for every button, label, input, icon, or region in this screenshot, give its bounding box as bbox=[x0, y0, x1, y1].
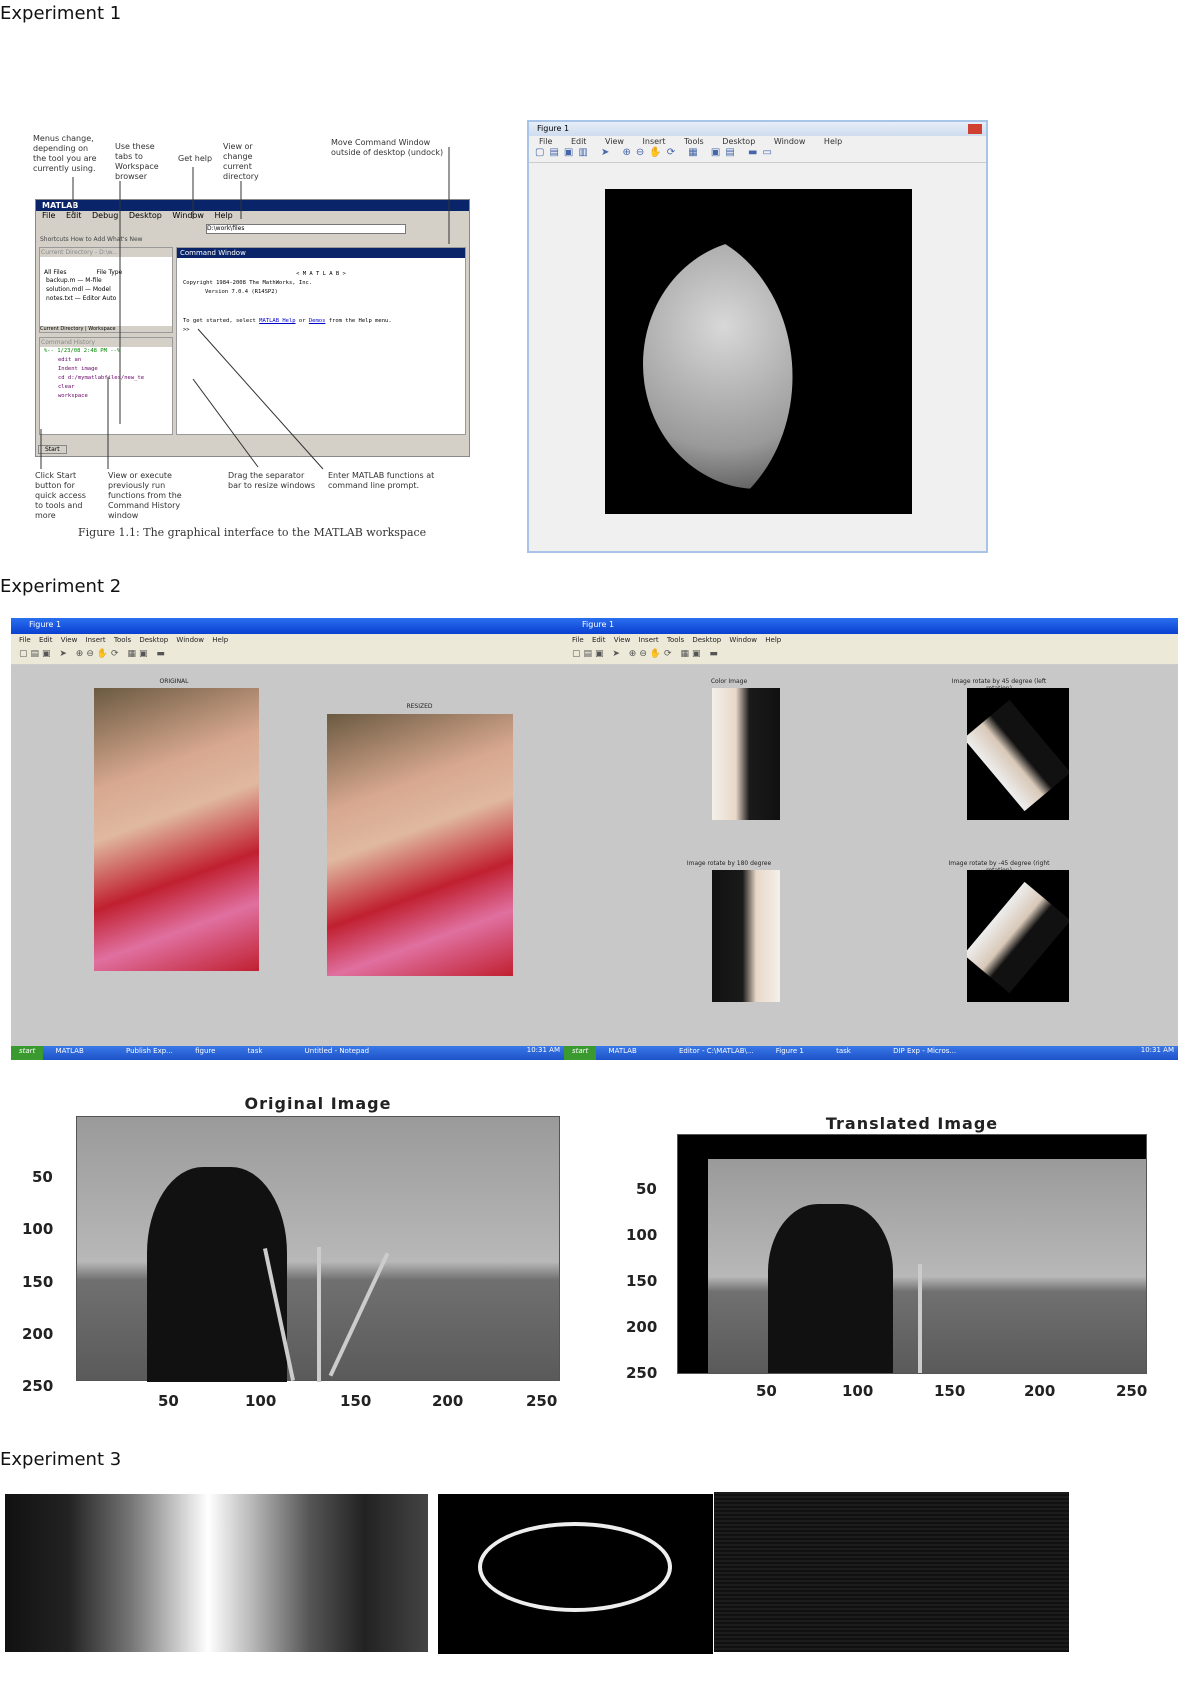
clock: 10:31 AM bbox=[526, 1046, 560, 1054]
x-tick: 250 bbox=[1116, 1382, 1148, 1400]
taskbar-item[interactable]: task bbox=[836, 1047, 851, 1055]
x-tick: 200 bbox=[432, 1392, 464, 1410]
x-tick: 200 bbox=[1024, 1382, 1056, 1400]
menubar[interactable]: File Edit View Insert Tools Desktop Wind… bbox=[11, 634, 564, 647]
toolbar[interactable]: ▢▤▣ ➤ ⊕⊖✋⟳ ▦▣ ▬ bbox=[564, 647, 1178, 665]
plot-title: Original Image bbox=[244, 1094, 392, 1113]
menu-insert[interactable]: Insert bbox=[643, 137, 666, 146]
taskbar-item[interactable]: Publish Exp... bbox=[126, 1047, 173, 1055]
y-tick: 50 bbox=[636, 1180, 657, 1198]
close-button[interactable] bbox=[968, 124, 982, 134]
dark-pattern-image bbox=[714, 1492, 1069, 1652]
menu-window[interactable]: Window bbox=[774, 137, 806, 146]
taskbar-item[interactable]: DIP Exp - Micros... bbox=[893, 1047, 956, 1055]
window-title: Figure 1 bbox=[11, 618, 564, 634]
figure1-window: Figure 1 File Edit View Insert Tools Des… bbox=[527, 120, 988, 553]
plot-title: Translated Image bbox=[825, 1114, 999, 1133]
rotated-45-right-image bbox=[967, 870, 1069, 1002]
y-tick: 150 bbox=[22, 1273, 54, 1291]
experiment-3-heading: Experiment 3 bbox=[0, 1449, 122, 1470]
translated-cameraman-image bbox=[677, 1134, 1147, 1374]
x-tick: 100 bbox=[842, 1382, 874, 1400]
window-title: Figure 1 bbox=[529, 122, 986, 136]
taskbar-item[interactable]: Editor - C:\MATLAB\... bbox=[679, 1047, 754, 1055]
left-figure-window: Figure 1 File Edit View Insert Tools Des… bbox=[11, 618, 564, 1060]
y-tick: 150 bbox=[626, 1272, 658, 1290]
taskbar-item[interactable]: figure bbox=[195, 1047, 215, 1055]
taskbar-item[interactable]: Figure 1 bbox=[776, 1047, 804, 1055]
x-tick: 100 bbox=[245, 1392, 277, 1410]
menu-help[interactable]: Help bbox=[824, 137, 842, 146]
y-tick: 200 bbox=[22, 1325, 54, 1343]
x-tick: 150 bbox=[934, 1382, 966, 1400]
clock: 10:31 AM bbox=[1140, 1046, 1174, 1054]
image-caption: Image rotate by 180 degree bbox=[686, 860, 772, 867]
gradient-pattern-image bbox=[5, 1494, 428, 1652]
annotation: Drag the separator bar to resize windows bbox=[228, 471, 315, 490]
y-tick: 100 bbox=[626, 1226, 658, 1244]
moon-image bbox=[605, 189, 912, 514]
taskbar-item[interactable]: MATLAB bbox=[609, 1047, 637, 1055]
right-figure-window: Figure 1 File Edit View Insert Tools Des… bbox=[564, 618, 1178, 1060]
annotation: Click Start button for quick access to t… bbox=[35, 471, 86, 520]
taskbar: start MATLAB Editor - C:\MATLAB\... Figu… bbox=[564, 1046, 1178, 1060]
annotation: View or execute previously run functions… bbox=[108, 471, 182, 520]
annotation: Enter MATLAB functions at command line p… bbox=[328, 471, 435, 490]
menu-view[interactable]: View bbox=[605, 137, 624, 146]
figure-menubar: File Edit View Insert Tools Desktop Wind… bbox=[529, 136, 986, 147]
taskbar-item[interactable]: task bbox=[248, 1047, 263, 1055]
x-tick: 50 bbox=[158, 1392, 179, 1410]
rotated-180-image bbox=[712, 870, 780, 1002]
taskbar-item[interactable]: MATLAB bbox=[56, 1047, 84, 1055]
figure-toolbar[interactable]: ▢▤▣▥ ➤ ⊕⊖✋⟳ ▦ ▣▤ ▬▭ bbox=[529, 147, 986, 163]
matlab-workspace-figure: Menus change, depending on the tool you … bbox=[33, 129, 474, 542]
couple-original-image bbox=[712, 688, 780, 820]
figure-caption: Figure 1.1: The graphical interface to t… bbox=[78, 526, 427, 539]
experiment-2-heading: Experiment 2 bbox=[0, 576, 122, 597]
taskbar: start MATLAB Publish Exp... figure task … bbox=[11, 1046, 564, 1060]
menu-desktop[interactable]: Desktop bbox=[722, 137, 755, 146]
menu-edit[interactable]: Edit bbox=[571, 137, 587, 146]
rotated-45-left-image bbox=[967, 688, 1069, 820]
window-title: Figure 1 bbox=[564, 618, 1178, 634]
y-tick: 50 bbox=[32, 1168, 53, 1186]
menu-tools[interactable]: Tools bbox=[684, 137, 704, 146]
cameraman-image bbox=[76, 1116, 560, 1382]
girl-original-image bbox=[94, 688, 259, 971]
original-image-plot: Original Image 50 100 150 200 250 50 100… bbox=[0, 1090, 580, 1415]
x-tick: 250 bbox=[526, 1392, 558, 1410]
y-tick: 250 bbox=[626, 1364, 658, 1382]
experiment-1-heading: Experiment 1 bbox=[0, 3, 122, 24]
menu-file[interactable]: File bbox=[539, 137, 552, 146]
x-tick: 50 bbox=[756, 1382, 777, 1400]
translated-image-plot: Translated Image 50 100 150 200 250 50 1… bbox=[620, 1110, 1160, 1410]
girl-resized-image bbox=[327, 714, 513, 976]
image-caption: RESIZED bbox=[406, 703, 433, 710]
x-tick: 150 bbox=[340, 1392, 372, 1410]
menubar[interactable]: File Edit View Insert Tools Desktop Wind… bbox=[564, 634, 1178, 647]
toolbar[interactable]: ▢▤▣ ➤ ⊕⊖✋⟳ ▦▣ ▬ bbox=[11, 647, 564, 665]
image-caption: Color Image bbox=[710, 678, 748, 685]
image-caption: ORIGINAL bbox=[159, 678, 189, 685]
y-tick: 200 bbox=[626, 1318, 658, 1336]
start-button[interactable]: start bbox=[564, 1046, 597, 1060]
start-button[interactable]: start bbox=[11, 1046, 44, 1060]
circle-image bbox=[438, 1494, 713, 1654]
y-tick: 100 bbox=[22, 1220, 54, 1238]
taskbar-item[interactable]: Untitled - Notepad bbox=[305, 1047, 369, 1055]
y-tick: 250 bbox=[22, 1377, 54, 1395]
